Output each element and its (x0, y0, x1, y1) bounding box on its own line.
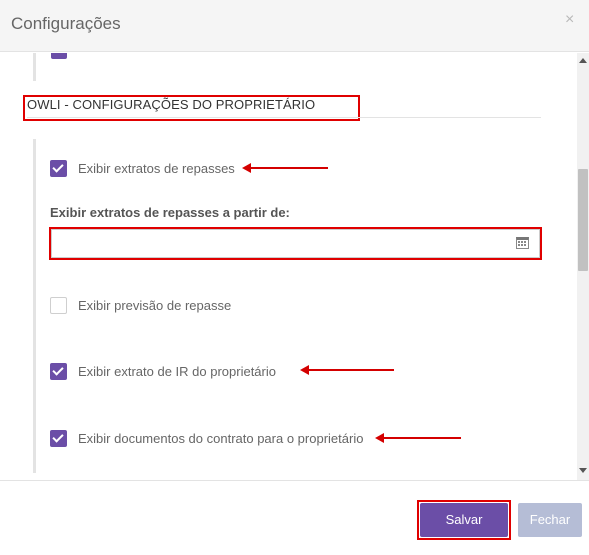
modal-footer: Salvar Fechar (0, 480, 589, 555)
previous-checkbox-partial[interactable] (51, 53, 67, 59)
checkbox-label-documentos-contrato[interactable]: Exibir documentos do contrato para o pro… (78, 431, 363, 446)
group-divider (33, 139, 36, 473)
close-button[interactable]: Fechar (518, 503, 582, 537)
checkbox-previsao-repasse[interactable] (50, 297, 67, 314)
checkbox-label-extrato-ir[interactable]: Exibir extrato de IR do proprietário (78, 364, 276, 379)
section-divider (27, 117, 541, 118)
checkbox-label-extratos-repasses[interactable]: Exibir extratos de repasses (78, 161, 235, 176)
annotation-highlight-save (417, 500, 511, 540)
annotation-highlight-date (49, 227, 542, 260)
close-icon[interactable]: × (565, 12, 574, 28)
modal-header: Configurações × (0, 0, 589, 52)
group-divider (33, 53, 36, 81)
annotation-arrow (242, 163, 328, 173)
checkbox-documentos-contrato[interactable] (50, 430, 67, 447)
checkbox-label-previsao-repasse[interactable]: Exibir previsão de repasse (78, 298, 231, 313)
annotation-arrow (300, 365, 394, 375)
modal-body[interactable]: OWLI - CONFIGURAÇÕES DO PROPRIETÁRIO Exi… (0, 53, 589, 480)
date-field-label: Exibir extratos de repasses a partir de: (50, 205, 290, 220)
modal-title: Configurações (11, 14, 121, 33)
checkbox-extrato-ir[interactable] (50, 363, 67, 380)
checkbox-extratos-repasses[interactable] (50, 160, 67, 177)
scrollbar[interactable] (577, 53, 589, 480)
annotation-arrow (375, 433, 461, 443)
scrollbar-thumb[interactable] (578, 169, 588, 271)
scroll-up-icon[interactable] (579, 58, 587, 63)
scroll-down-icon[interactable] (579, 468, 587, 473)
